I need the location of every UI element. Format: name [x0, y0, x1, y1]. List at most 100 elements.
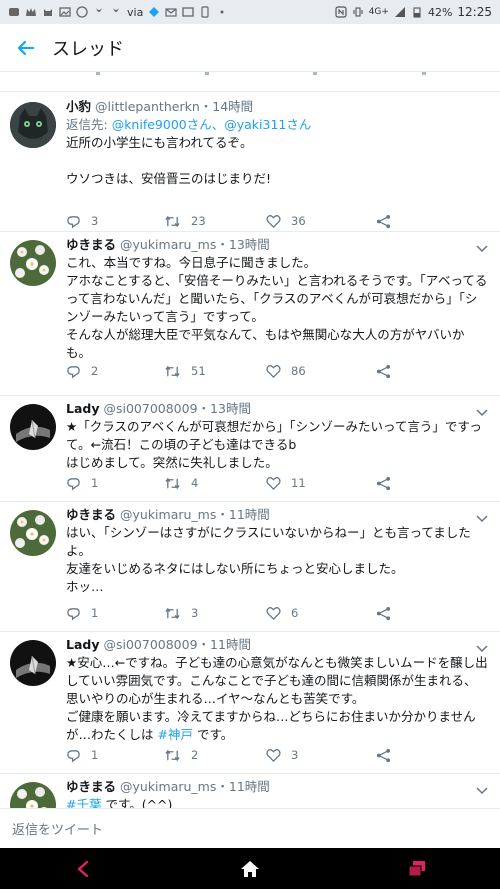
nav-back-button[interactable]	[53, 848, 113, 889]
tweet[interactable]: 小豹 @littlepantherkn・14時間 返信先: @knife9000…	[0, 92, 500, 232]
reply-button[interactable]: 1	[66, 748, 164, 763]
avatar[interactable]	[10, 782, 56, 808]
avatar[interactable]	[10, 404, 56, 450]
battery-icon	[413, 7, 421, 18]
signal-type-label: 4G+	[368, 7, 389, 17]
retweet-button[interactable]: 3	[164, 606, 266, 621]
tweet-text-part: です。(^^) 中学校では、朝、気になるニュース等を一日一人ずつ発表するそうで、…	[105, 797, 173, 808]
user-handle[interactable]: @yukimaru_ms	[120, 779, 216, 794]
display-name[interactable]: 小豹	[66, 99, 91, 114]
avatar[interactable]	[10, 640, 56, 686]
avatar[interactable]	[10, 240, 56, 286]
tweet-text: #千葉 です。(^^) 中学校では、朝、気になるニュース等を一日一人ずつ発表する…	[66, 796, 488, 808]
avatar[interactable]	[10, 102, 56, 148]
retweet-icon	[165, 477, 180, 489]
back-button[interactable]	[0, 24, 52, 72]
share-button[interactable]	[376, 364, 391, 379]
chevron-down-icon[interactable]	[474, 404, 490, 420]
tweet-text: はい、「シンゾーはさすがにクラスにいないからねー」とも言ってましたよ。 友達をい…	[66, 525, 471, 594]
phone-icon	[201, 6, 209, 18]
display-name[interactable]: ゆきまる	[66, 779, 116, 794]
user-handle[interactable]: @si007008009	[103, 401, 197, 416]
timestamp: ・13時間	[197, 401, 251, 416]
reply-mentions[interactable]: @knife9000さん、@yaki311さん	[112, 117, 312, 132]
timestamp: ・11時間	[197, 637, 251, 652]
hashtag-link[interactable]: #神戸	[157, 727, 192, 742]
retweet-count: 23	[191, 214, 206, 228]
retweet-icon	[165, 215, 180, 227]
flower-avatar-image	[10, 782, 56, 808]
retweet-icon	[165, 365, 180, 377]
tweet[interactable]: ゆきまる @yukimaru_ms・13時間 これ、本当ですね。今日息子に聞きま…	[0, 232, 500, 396]
tweet-header: ゆきまる @yukimaru_ms・11時間	[66, 778, 488, 796]
timestamp: ・11時間	[216, 507, 270, 522]
chevron-down-icon[interactable]	[474, 782, 490, 798]
crystal-avatar-image	[10, 640, 56, 686]
tweet[interactable]: Lady @si007008009・13時間 ★「クラスのアベくんが可哀想だから…	[0, 396, 500, 502]
reply-button[interactable]: 1	[66, 476, 164, 491]
system-nav-bar	[0, 848, 500, 889]
display-name[interactable]: Lady	[66, 637, 100, 652]
share-button[interactable]	[376, 748, 391, 763]
reply-button[interactable]: 3	[66, 214, 164, 229]
user-handle[interactable]: @si007008009	[103, 637, 197, 652]
share-button[interactable]	[376, 476, 391, 491]
share-button[interactable]	[376, 214, 391, 229]
user-handle[interactable]: @littlepantherkn	[95, 99, 200, 114]
chevron-down-icon[interactable]	[474, 640, 490, 656]
avatar[interactable]	[10, 510, 56, 556]
reply-input[interactable]: 返信をツイート	[0, 808, 500, 848]
reply-icon	[67, 215, 80, 228]
image-icon	[182, 7, 194, 17]
clock: 12:25	[457, 5, 492, 19]
display-name[interactable]: ゆきまる	[66, 507, 116, 522]
tweet-actions: 3 23 36	[66, 212, 426, 230]
share-icon	[376, 364, 391, 378]
crystal-avatar-image	[10, 404, 56, 450]
retweet-button[interactable]: 2	[164, 748, 266, 763]
share-button[interactable]	[376, 606, 391, 621]
share-icon	[376, 476, 391, 490]
tweet-text: ★「クラスのアベくんが可哀想だから」「シンゾーみたいって言う」ですって。←流石！…	[66, 419, 482, 470]
like-button[interactable]: 86	[266, 364, 376, 378]
thread-timeline[interactable]: 小豹 @littlepantherkn・14時間 返信先: @knife9000…	[0, 72, 500, 808]
tweet[interactable]: Lady @si007008009・11時間 ★安心…←ですね。子ども達の心意気…	[0, 632, 500, 774]
share-icon	[376, 606, 391, 620]
nav-recents-icon	[408, 860, 425, 876]
reply-button[interactable]: 2	[66, 364, 164, 379]
battery-percentage: 42%	[427, 5, 453, 19]
reply-placeholder: 返信をツイート	[12, 823, 104, 838]
chevron-down-icon[interactable]	[474, 240, 490, 256]
retweet-icon	[165, 749, 180, 761]
cat-avatar-image	[10, 102, 56, 148]
reply-count: 3	[91, 214, 99, 228]
image-icon	[59, 7, 71, 17]
tweet[interactable]: ゆきまる @yukimaru_ms・11時間 はい、「シンゾーはさすがにクラスに…	[0, 502, 500, 632]
like-button[interactable]: 6	[266, 606, 376, 620]
tweet-actions: 1 3 6	[66, 604, 426, 622]
previous-tweet-actions-stub	[0, 72, 500, 92]
share-icon	[376, 748, 391, 762]
notification-icon	[9, 8, 19, 16]
reply-icon	[67, 607, 80, 620]
nfc-icon	[335, 6, 347, 18]
display-name[interactable]: ゆきまる	[66, 237, 116, 252]
display-name[interactable]: Lady	[66, 401, 100, 416]
tweet-header: 小豹 @littlepantherkn・14時間	[66, 98, 488, 116]
user-handle[interactable]: @yukimaru_ms	[120, 237, 216, 252]
nav-home-button[interactable]	[220, 848, 280, 889]
nav-recents-button[interactable]	[387, 848, 447, 889]
like-button[interactable]: 11	[266, 476, 376, 490]
retweet-button[interactable]: 51	[164, 364, 266, 379]
tweet[interactable]: ゆきまる @yukimaru_ms・11時間 #千葉 です。(^^) 中学校では…	[0, 774, 500, 808]
retweet-button[interactable]: 4	[164, 476, 266, 491]
hashtag-link[interactable]: #千葉	[66, 797, 101, 808]
reply-button[interactable]: 1	[66, 606, 164, 621]
like-button[interactable]: 3	[266, 748, 376, 762]
like-button[interactable]: 36	[266, 214, 376, 228]
retweet-button[interactable]: 23	[164, 214, 266, 229]
chevron-down-icon[interactable]	[474, 510, 490, 526]
user-handle[interactable]: @yukimaru_ms	[120, 507, 216, 522]
reply-icon	[67, 749, 80, 762]
retweet-count: 2	[191, 748, 199, 762]
